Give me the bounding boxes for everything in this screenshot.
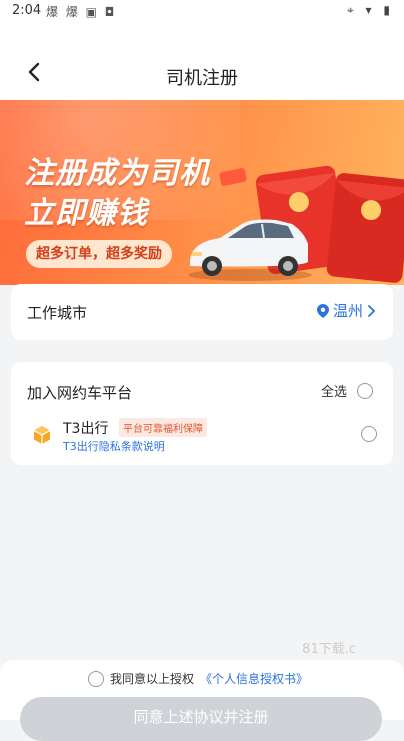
select-all-label: 全选 bbox=[320, 385, 347, 400]
status-time: 2:04 bbox=[12, 3, 42, 18]
banner-subheadline: 立即赚钱 bbox=[24, 196, 148, 231]
nav-bar: 司机注册 bbox=[0, 24, 404, 100]
platform-section-title: 加入网约车平台 bbox=[27, 384, 133, 402]
platform-badge: 平台可靠福利保障 bbox=[119, 418, 207, 437]
location-pin-icon bbox=[316, 303, 329, 318]
promo-banner: 注册成为司机 立即赚钱 超多订单，超多奖励 bbox=[0, 100, 404, 285]
work-city-card[interactable]: 工作城市 温州 bbox=[11, 284, 393, 340]
submit-button[interactable]: 同意上述协议并注册 bbox=[20, 697, 382, 741]
city-value: 温州 bbox=[332, 302, 363, 320]
t3-logo-icon bbox=[29, 422, 55, 448]
agreement-row[interactable]: 我同意以上授权 《个人信息授权书》 bbox=[88, 670, 308, 687]
city-selector[interactable]: 温州 bbox=[316, 300, 377, 321]
agree-text: 我同意以上授权 bbox=[110, 672, 195, 686]
platform-card: 加入网约车平台 全选 T3出行 平台可靠福利保障 T3出行隐私条款说明 bbox=[11, 362, 393, 465]
system-icons: ⌖ ▾ ▮ bbox=[346, 3, 394, 17]
agree-checkbox[interactable] bbox=[88, 670, 104, 687]
authorization-link[interactable]: 《个人信息授权书》 bbox=[200, 670, 308, 687]
city-label: 工作城市 bbox=[27, 304, 88, 322]
platform-checkbox[interactable] bbox=[361, 426, 377, 442]
select-all-checkbox[interactable] bbox=[357, 382, 373, 399]
banner-pill: 超多订单，超多奖励 bbox=[26, 240, 172, 268]
bottom-bar: 我同意以上授权 《个人信息授权书》 同意上述协议并注册 bbox=[0, 660, 404, 741]
car-red-envelope-illustration bbox=[188, 165, 404, 283]
select-all-toggle[interactable]: 全选 bbox=[321, 381, 373, 400]
status-bar: 2:04 爆 爆 ▣ ◘ ⌖ ▾ ▮ bbox=[0, 0, 404, 24]
notification-icons: 爆 爆 ▣ ◘ bbox=[46, 5, 117, 19]
chevron-right-icon bbox=[368, 304, 376, 317]
platform-name: T3出行 bbox=[63, 421, 109, 437]
watermark: 81下载.c bbox=[302, 642, 356, 657]
page-title: 司机注册 bbox=[166, 68, 238, 89]
platform-privacy-link[interactable]: T3出行隐私条款说明 bbox=[63, 438, 165, 454]
